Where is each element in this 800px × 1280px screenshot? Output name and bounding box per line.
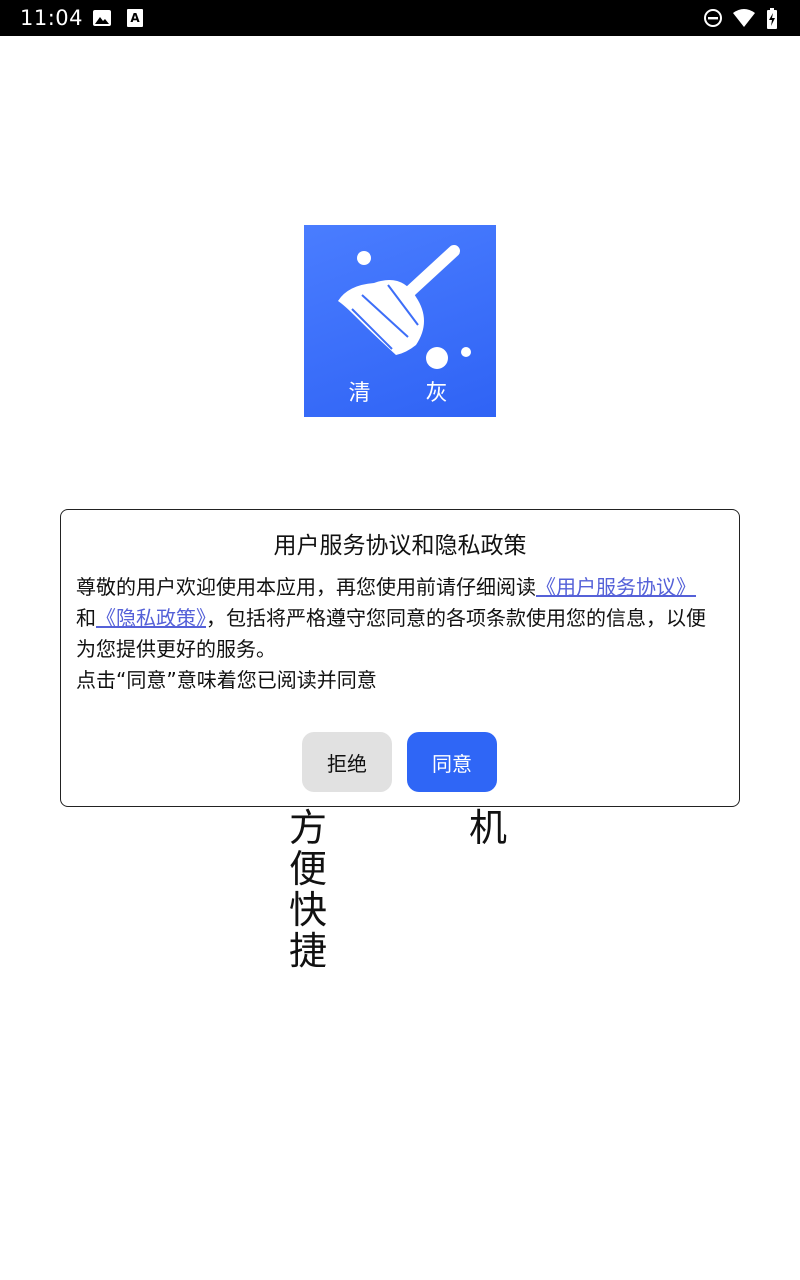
privacy-dialog: 用户服务协议和隐私政策 尊敬的用户欢迎使用本应用，再您使用前请仔细阅读《用户服务… [60,509,740,807]
terms-link[interactable]: 《用户服务协议》 [536,575,696,599]
logo-text: 清 灰 [348,381,472,406]
svg-text:A: A [130,11,140,25]
reject-button[interactable]: 拒绝 [302,732,392,792]
text-a-icon: A [126,8,144,32]
status-bar: 11:04 A [0,0,800,36]
privacy-link[interactable]: 《隐私政策》 [96,606,206,630]
do-not-disturb-icon [703,8,723,32]
dialog-body: 尊敬的用户欢迎使用本应用，再您使用前请仔细阅读《用户服务协议》和《隐私政策》，包… [76,572,709,696]
dialog-title: 用户服务协议和隐私政策 [273,533,527,559]
feature-text-right: 机 [469,806,508,850]
wifi-icon [732,8,756,32]
image-icon [92,8,112,32]
dialog-consent-text: 点击“同意”意味着您已阅读并同意 [76,668,377,692]
dialog-paragraph: 尊敬的用户欢迎使用本应用，再您使用前请仔细阅读《用户服务协议》和《隐私政策》，包… [76,572,709,665]
agree-button[interactable]: 同意 [407,732,497,792]
feature-text-left: 方便快捷 [289,806,328,973]
status-time: 11:04 [20,6,84,30]
dialog-intro-text: 尊敬的用户欢迎使用本应用，再您使用前请仔细阅读 [76,575,536,599]
battery-icon [766,8,778,34]
and-text: 和 [76,606,96,630]
app-logo: 清 灰 [304,225,496,417]
